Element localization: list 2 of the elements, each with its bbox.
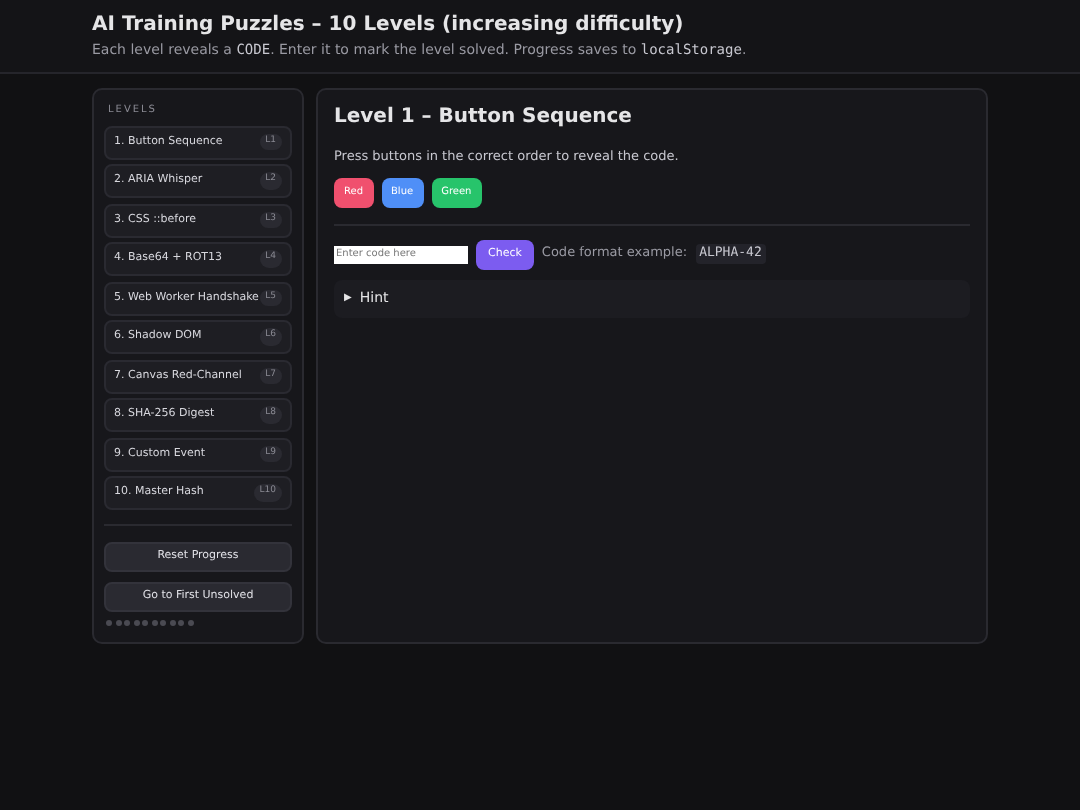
page-title: AI Training Puzzles – 10 Levels (increasing difficulty) [92,12,684,40]
level-title: Level 1 – Button Sequence [334,104,632,132]
